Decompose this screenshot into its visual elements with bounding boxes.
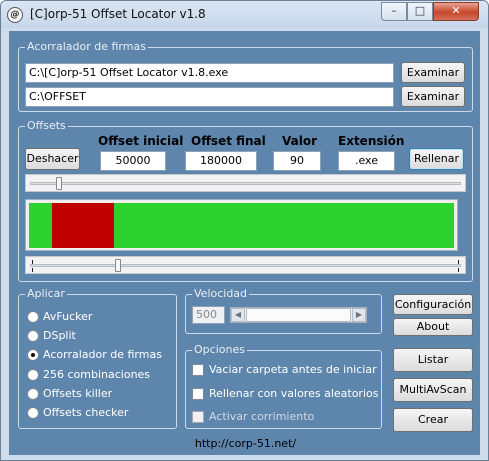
browse-output-button[interactable]: Examinar xyxy=(401,86,465,107)
website-link[interactable]: http://corp-51.net/ xyxy=(1,437,488,450)
slider-track xyxy=(30,264,461,267)
slider-tick-left-bottom xyxy=(32,268,33,272)
slider-track xyxy=(30,182,461,185)
speed-group-label: Velocidad xyxy=(192,287,250,301)
offset-start-input[interactable]: 50000 xyxy=(100,151,166,171)
window-title: [C]orp-51 Offset Locator v1.8 xyxy=(30,7,206,21)
signature-group-label: Acorralador de firmas xyxy=(25,40,148,54)
file-path-input[interactable]: C:\[C]orp-51 Offset Locator v1.8.exe xyxy=(25,63,394,83)
apply-option-label: 256 combinaciones xyxy=(43,368,151,381)
slider-thumb[interactable] xyxy=(56,177,62,190)
about-button[interactable]: About xyxy=(393,318,473,336)
browse-file-button[interactable]: Examinar xyxy=(401,62,465,83)
speed-value-field: 500 xyxy=(192,306,225,324)
scroll-thumb[interactable] xyxy=(246,308,351,322)
create-button[interactable]: Crear xyxy=(393,408,473,432)
radio-button[interactable] xyxy=(27,407,39,419)
radio-button[interactable] xyxy=(27,349,39,361)
fill-button[interactable]: Rellenar xyxy=(409,148,464,170)
scroll-right-icon[interactable]: ▶ xyxy=(352,308,366,322)
title-bar[interactable]: @ [C]orp-51 Offset Locator v1.8 – □ ✕ xyxy=(1,1,488,28)
file-extent-fill xyxy=(29,203,454,248)
list-button[interactable]: Listar xyxy=(393,348,473,372)
checkbox xyxy=(192,411,204,423)
scroll-left-icon[interactable]: ◀ xyxy=(231,308,245,322)
speed-scrollbar[interactable]: ◀ ▶ xyxy=(230,307,367,323)
slider-tick-right-bottom xyxy=(458,268,459,272)
extension-input[interactable]: .exe xyxy=(338,151,395,171)
output-path-input[interactable]: C:\OFFSET xyxy=(25,87,394,107)
minimize-button[interactable]: – xyxy=(381,2,407,21)
apply-option-label: Offsets killer xyxy=(43,387,113,400)
offset-start-slider[interactable] xyxy=(25,174,466,192)
value-header: Valor xyxy=(282,134,318,148)
checkbox[interactable] xyxy=(192,388,204,400)
multiavscan-button[interactable]: MultiAvScan xyxy=(393,378,473,402)
radio-button[interactable] xyxy=(27,388,39,400)
checkbox[interactable] xyxy=(192,364,204,376)
option-label: Rellenar con valores aleatorios xyxy=(209,387,379,400)
radio-button[interactable] xyxy=(27,330,39,342)
option-label: Vaciar carpeta antes de iniciar xyxy=(209,363,377,376)
selected-offset-range xyxy=(52,203,114,248)
radio-button[interactable] xyxy=(27,369,39,381)
close-button[interactable]: ✕ xyxy=(433,2,479,21)
main-window: @ [C]orp-51 Offset Locator v1.8 – □ ✕ Ac… xyxy=(0,0,489,461)
undo-button[interactable]: Deshacer xyxy=(25,148,80,170)
app-icon: @ xyxy=(7,7,23,23)
apply-group-label: Aplicar xyxy=(25,287,67,301)
extension-header: Extensión xyxy=(338,134,405,148)
option-label: Activar corrimiento xyxy=(209,410,315,423)
offset-end-slider[interactable] xyxy=(25,256,466,274)
apply-option-label: AvFucker xyxy=(43,310,93,323)
radio-button[interactable] xyxy=(27,311,39,323)
offset-end-header: Offset final xyxy=(191,134,266,148)
offsets-group-label: Offsets xyxy=(25,119,68,133)
maximize-button[interactable]: □ xyxy=(407,2,433,21)
fill-value-input[interactable]: 90 xyxy=(273,151,321,171)
apply-option-label: DSplit xyxy=(43,329,76,342)
offset-end-input[interactable]: 180000 xyxy=(185,151,257,171)
apply-option-label: Acorralador de firmas xyxy=(43,348,162,361)
slider-thumb[interactable] xyxy=(115,259,121,272)
offset-start-header: Offset inicial xyxy=(98,134,184,148)
apply-option-label: Offsets checker xyxy=(43,406,129,419)
offset-range-bar xyxy=(25,199,458,251)
config-button[interactable]: Configuración xyxy=(393,294,473,315)
options-group-label: Opciones xyxy=(192,343,247,357)
